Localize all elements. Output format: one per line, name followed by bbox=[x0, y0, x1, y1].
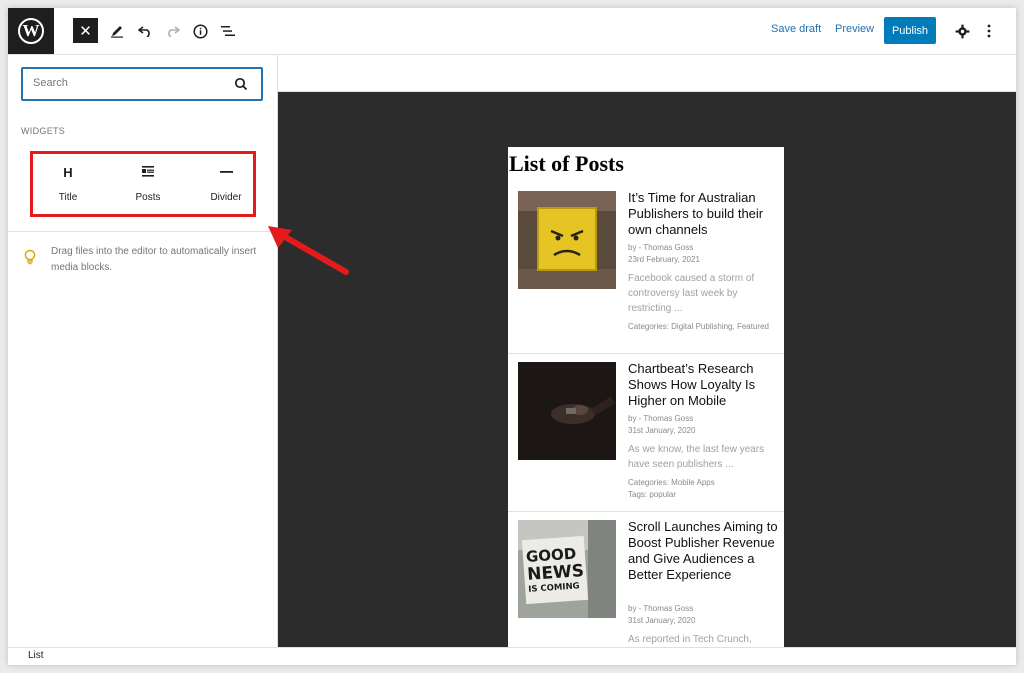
details-button[interactable] bbox=[188, 18, 212, 44]
top-toolbar: W ✕ Save draft Preview Publish bbox=[8, 8, 1016, 55]
sidebar-divider bbox=[8, 231, 277, 232]
list-title[interactable]: List of Posts bbox=[509, 151, 624, 177]
save-draft-button[interactable]: Save draft bbox=[771, 23, 821, 35]
close-icon: ✕ bbox=[79, 22, 92, 40]
post-title[interactable]: Scroll Launches Aiming to Boost Publishe… bbox=[628, 519, 778, 583]
annotation-arrow-icon bbox=[268, 226, 349, 275]
widget-divider[interactable]: Divider bbox=[191, 154, 261, 214]
close-inserter-button[interactable]: ✕ bbox=[73, 18, 98, 43]
post-author: by - Thomas Goss bbox=[628, 243, 694, 252]
post-date: 31st January, 2020 bbox=[628, 426, 696, 435]
list-of-posts-block[interactable]: List of Posts It’s Time for Australian P… bbox=[508, 147, 784, 648]
widget-title[interactable]: H Title bbox=[33, 154, 103, 214]
widgets-highlight-box: H Title Posts Divider bbox=[30, 151, 256, 217]
block-breadcrumb-bar: List bbox=[8, 647, 1016, 665]
post-excerpt: Facebook caused a storm of controversy l… bbox=[628, 273, 755, 314]
edit-tool-button[interactable] bbox=[105, 18, 129, 44]
post-tags: Tags: popular bbox=[628, 490, 677, 499]
pencil-icon bbox=[111, 26, 123, 38]
logo-letter: W bbox=[22, 21, 40, 40]
canvas-header bbox=[278, 55, 1016, 92]
lightbulb-icon bbox=[24, 249, 36, 265]
widgets-heading: WIDGETS bbox=[21, 126, 66, 136]
redo-icon bbox=[168, 26, 180, 37]
redo-button[interactable] bbox=[161, 18, 185, 44]
post-title[interactable]: Chartbeat’s Research Shows How Loyalty I… bbox=[628, 361, 778, 409]
wordpress-logo-icon: W bbox=[18, 18, 44, 44]
breadcrumb-item[interactable]: List bbox=[28, 650, 44, 661]
search-box bbox=[21, 67, 263, 101]
post-author: by - Thomas Goss bbox=[628, 604, 694, 613]
post-thumbnail-angry-face bbox=[518, 191, 616, 289]
list-view-button[interactable] bbox=[216, 18, 240, 44]
post-title[interactable]: It’s Time for Australian Publishers to b… bbox=[628, 190, 778, 238]
wordpress-logo-button[interactable]: W bbox=[8, 8, 54, 54]
gear-icon bbox=[955, 24, 969, 38]
post-item[interactable]: It’s Time for Australian Publishers to b… bbox=[508, 183, 784, 354]
undo-button[interactable] bbox=[133, 18, 157, 44]
info-icon bbox=[192, 23, 208, 39]
widget-label: Posts bbox=[135, 192, 161, 203]
post-date: 31st January, 2020 bbox=[628, 616, 696, 625]
undo-icon bbox=[138, 26, 150, 37]
more-vertical-icon bbox=[987, 24, 991, 38]
post-author: by - Thomas Goss bbox=[628, 414, 694, 423]
search-icon[interactable] bbox=[233, 76, 249, 92]
drag-files-tip: Drag files into the editor to automatica… bbox=[51, 246, 257, 273]
post-excerpt: As reported in Tech Crunch, bbox=[628, 634, 752, 645]
search-input[interactable] bbox=[33, 77, 223, 89]
preview-button[interactable]: Preview bbox=[835, 23, 874, 35]
block-inserter-panel: WIDGETS H Title Posts Divider Drag files… bbox=[8, 55, 278, 647]
widget-posts[interactable]: Posts bbox=[113, 154, 183, 214]
post-item[interactable]: Chartbeat’s Research Shows How Loyalty I… bbox=[508, 354, 784, 512]
widget-label: Divider bbox=[210, 192, 242, 203]
post-categories: Categories: Mobile Apps bbox=[628, 478, 715, 487]
editor-window: W ✕ Save draft Preview Publish Search WI… bbox=[8, 8, 1016, 665]
settings-button[interactable] bbox=[950, 18, 974, 44]
divider-icon bbox=[191, 165, 261, 180]
publish-button[interactable]: Publish bbox=[884, 17, 936, 44]
heading-icon: H bbox=[63, 165, 73, 180]
post-thumbnail-good-news-sign: GOOD NEWS IS COMING bbox=[518, 520, 616, 618]
post-categories: Categories: Digital Publishing, Featured bbox=[628, 322, 769, 331]
posts-icon bbox=[113, 165, 183, 180]
post-excerpt: As we know, the last few years have seen… bbox=[628, 444, 765, 470]
list-view-icon bbox=[221, 26, 235, 36]
post-item[interactable]: GOOD NEWS IS COMING Scroll Launches Aimi… bbox=[508, 512, 784, 648]
widget-label: Title bbox=[58, 192, 78, 203]
more-options-button[interactable] bbox=[977, 18, 1001, 44]
editor-canvas[interactable]: List of Posts It’s Time for Australian P… bbox=[278, 92, 1016, 648]
post-date: 23rd February, 2021 bbox=[628, 255, 700, 264]
post-thumbnail-hands-phone bbox=[518, 362, 616, 460]
